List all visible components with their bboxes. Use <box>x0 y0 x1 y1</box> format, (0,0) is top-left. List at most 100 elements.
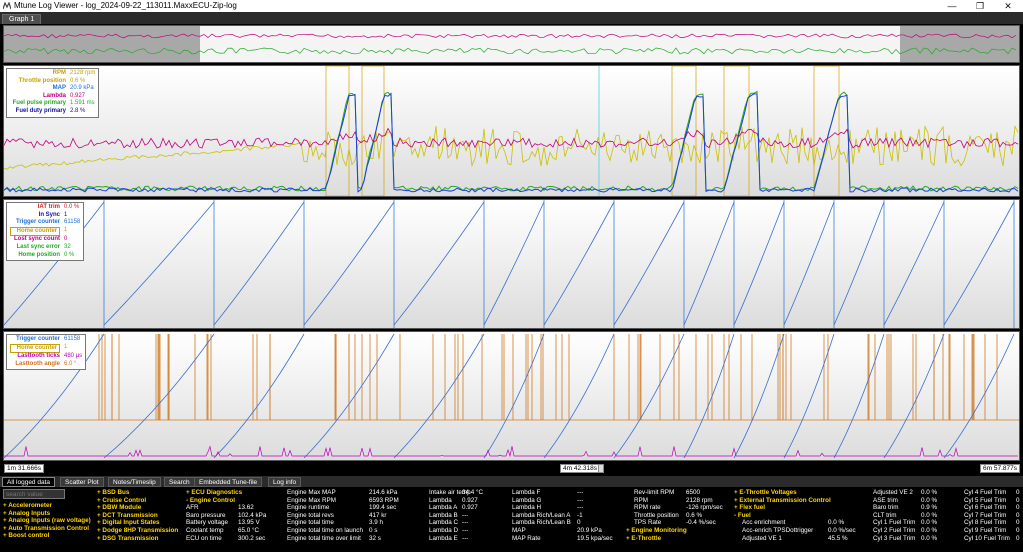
legend-row-lasttooth-angle[interactable]: Lasttooth angle 6.0 ° <box>10 361 82 369</box>
data-value: 0.0 % <box>921 511 938 519</box>
data-value: 300.2 sec <box>238 534 266 542</box>
legend-value: 0 <box>64 236 68 243</box>
data-value: 417 kr <box>369 511 387 519</box>
category-boost-control[interactable]: + Boost control <box>3 532 91 540</box>
legend-value: 61158 <box>64 219 81 226</box>
fuel-trim-column-1: Adjusted VE 2 0.0 % ASE trim 0.0 % Baro trim… <box>873 489 937 542</box>
category-engine-control[interactable]: - Engine Control <box>186 497 266 505</box>
data-key: RPM <box>634 496 648 504</box>
overview-panel[interactable] <box>3 25 1020 63</box>
legend-row-lost-sync-count[interactable]: Lost sync count 0 <box>10 236 80 244</box>
category-dodge-8hp-transmission[interactable]: + Dodge 8HP Transmission <box>97 527 178 535</box>
legend-row-rpm[interactable]: RPM 2128 rpm <box>10 70 96 78</box>
legend-row-lambda[interactable]: Lambda 0.927 <box>10 93 95 101</box>
tab-all-logged-data[interactable]: All logged data <box>2 477 56 487</box>
data-value: -1 <box>577 511 583 519</box>
minimize-button[interactable]: — <box>938 0 966 12</box>
legend-row-throttle-position[interactable]: Throttle position 0.6 % <box>10 78 95 86</box>
category-external-transmission-control[interactable]: + External Transmission Control <box>734 497 856 505</box>
legend-row-home-counter[interactable]: Home counter 1 <box>10 343 82 354</box>
data-value: 214.6 kPa <box>369 489 398 496</box>
category-flex-fuel[interactable]: + Flex fuel <box>734 504 856 512</box>
logged-data-panel: + Accelerometer+ Analog Inputs+ Analog I… <box>0 487 1023 552</box>
category-fuel[interactable]: - Fuel <box>734 512 856 520</box>
category-e-throttle[interactable]: + E-Throttle <box>626 535 723 543</box>
legend-value: 1 <box>64 226 68 233</box>
data-row-rpm-rate: RPM rate -126 rpm/sec <box>634 504 723 512</box>
data-key: Cyl 2 Fuel Trim <box>873 526 916 534</box>
tab-embedded-tune-file[interactable]: Embedded Tune-file <box>194 477 263 487</box>
legend-row-home-position[interactable]: Home position 0 % <box>10 252 80 260</box>
category-auto-transmission-control[interactable]: + Auto Transmission Control <box>3 525 91 533</box>
lambda-column: Intake air temp 34.4 °C Lambda 0.927 Lambda … <box>429 489 483 542</box>
search-value-input[interactable] <box>3 489 65 499</box>
data-value: 0.6 % <box>686 511 703 519</box>
trigger-counter-segment-1 <box>103 201 215 326</box>
category-analog-inputs[interactable]: + Analog Inputs <box>3 510 91 518</box>
data-row-cyl-8-fuel-trim: Cyl 8 Fuel Trim 0 <box>964 519 1020 527</box>
data-key: Throttle position <box>634 511 679 519</box>
category-digital-input-states[interactable]: + Digital Input States <box>97 519 178 527</box>
tab-search[interactable]: Search <box>164 477 195 487</box>
category-cruise-control[interactable]: + Cruise Control <box>97 497 178 505</box>
data-key: Lambda D <box>429 526 459 534</box>
close-button[interactable]: ✕ <box>994 0 1022 12</box>
restore-button[interactable]: ❐ <box>966 0 994 12</box>
data-key: Coolant temp <box>186 526 224 534</box>
data-row-cyl-3-fuel-trim: Cyl 3 Fuel Trim 0.0 % <box>873 535 937 543</box>
rpm-column: Rev-limit RPM 6500 RPM 2128 rpm RPM rate -126… <box>626 489 723 542</box>
engine-graph-panel[interactable]: RPM 2128 rpm Throttle position 0.6 % MAP 20.9… <box>3 65 1020 197</box>
legend-row-lasttooth-ticks[interactable]: Lasttooth ticks 480 µs <box>10 353 82 361</box>
data-key: Cyl 5 Fuel Trim <box>964 496 1007 504</box>
tab-notes-timeslip[interactable]: Notes/Timeslip <box>108 477 161 487</box>
data-value: 0 <box>1016 519 1020 527</box>
tab-graph-1[interactable]: Graph 1 <box>2 14 42 24</box>
trigger-counter-segment-6 <box>543 333 615 459</box>
data-row-map-rate: MAP Rate 19.5 kpa/sec <box>512 535 613 543</box>
category-e-throttle-voltages[interactable]: + E-Throttle Voltages <box>734 489 856 497</box>
category-engine-monitoring[interactable]: + Engine Monitoring <box>626 527 723 535</box>
legend-name: Lambda <box>42 92 66 99</box>
data-value: --- <box>462 534 469 542</box>
legend-row-last-sync-error[interactable]: Last sync error 32 <box>10 244 80 252</box>
legend-value: 61158 <box>64 336 81 342</box>
timeline-scrollbar[interactable]: 1m 31.666s 4m 42.318s 6m 57.877s <box>0 462 1023 476</box>
data-value: 19.5 kpa/sec <box>577 534 613 542</box>
category-dsg-transmission[interactable]: + DSG Transmission <box>97 535 178 543</box>
trigger-graph-panel[interactable]: IAT trim 0.0 % In Sync 1 Trigger counter 6115… <box>3 199 1020 329</box>
legend-row-fuel-pulse-primary[interactable]: Fuel pulse primary 1.591 ms <box>10 100 95 108</box>
category-bsd-bus[interactable]: + BSD Bus <box>97 489 178 497</box>
category-analog-inputs-raw-voltage[interactable]: + Analog Inputs (raw voltage) <box>3 517 91 525</box>
data-value: 0.927 <box>462 496 478 504</box>
timeline-thumb[interactable] <box>598 464 604 473</box>
data-key: ECU on time <box>186 534 222 542</box>
legend-row-home-counter[interactable]: Home counter 1 <box>10 226 80 237</box>
tooth-graph-panel[interactable]: Trigger counter 61158 Home counter 1 Lasttoo… <box>3 331 1020 461</box>
data-row-cyl-4-fuel-trim: Cyl 4 Fuel Trim 0 <box>964 489 1020 497</box>
category-dbw-module[interactable]: + DBW Module <box>97 504 178 512</box>
trigger-graph-legend: IAT trim 0.0 % In Sync 1 Trigger counter 6115… <box>6 202 85 262</box>
legend-row-trigger-counter[interactable]: Trigger counter 61158 <box>10 336 82 344</box>
data-row-engine-total-time: Engine total time 3.9 h <box>287 519 399 527</box>
category-dct-transmission[interactable]: + DCT Transmission <box>97 512 178 520</box>
overview-plot <box>4 26 1019 62</box>
legend-row-iat-trim[interactable]: IAT trim 0.0 % <box>10 204 80 212</box>
fuel-trim-column-2: Cyl 4 Fuel Trim 0 Cyl 5 Fuel Trim 0 Cyl 6 Fu… <box>964 489 1020 542</box>
tab-log-info[interactable]: Log info <box>268 477 302 487</box>
legend-name: Trigger counter <box>15 219 60 226</box>
data-row-lambda-f: Lambda F --- <box>512 489 613 497</box>
category-ecu-diagnostics[interactable]: + ECU Diagnostics <box>186 489 266 497</box>
tab-scatter-plot[interactable]: Scatter Plot <box>60 477 104 487</box>
legend-row-in-sync[interactable]: In Sync 1 <box>10 212 80 220</box>
data-value: --- <box>462 511 469 519</box>
legend-row-trigger-counter[interactable]: Trigger counter 61158 <box>10 219 80 227</box>
overview-shade-left <box>4 26 200 62</box>
legend-row-fuel-duty-primary[interactable]: Fuel duty primary 2.8 % <box>10 108 95 116</box>
trigger-counter-segment-4 <box>393 333 485 459</box>
data-row-lambda-h: Lambda H --- <box>512 504 613 512</box>
data-row-engine-total-time-on-launch: Engine total time on launch 0 s <box>287 527 399 535</box>
data-value: 2128 rpm <box>686 496 713 504</box>
category-accelerometer[interactable]: + Accelerometer <box>3 502 91 510</box>
legend-row-map[interactable]: MAP 20.9 kPa <box>10 85 95 93</box>
overview-window <box>200 26 900 62</box>
